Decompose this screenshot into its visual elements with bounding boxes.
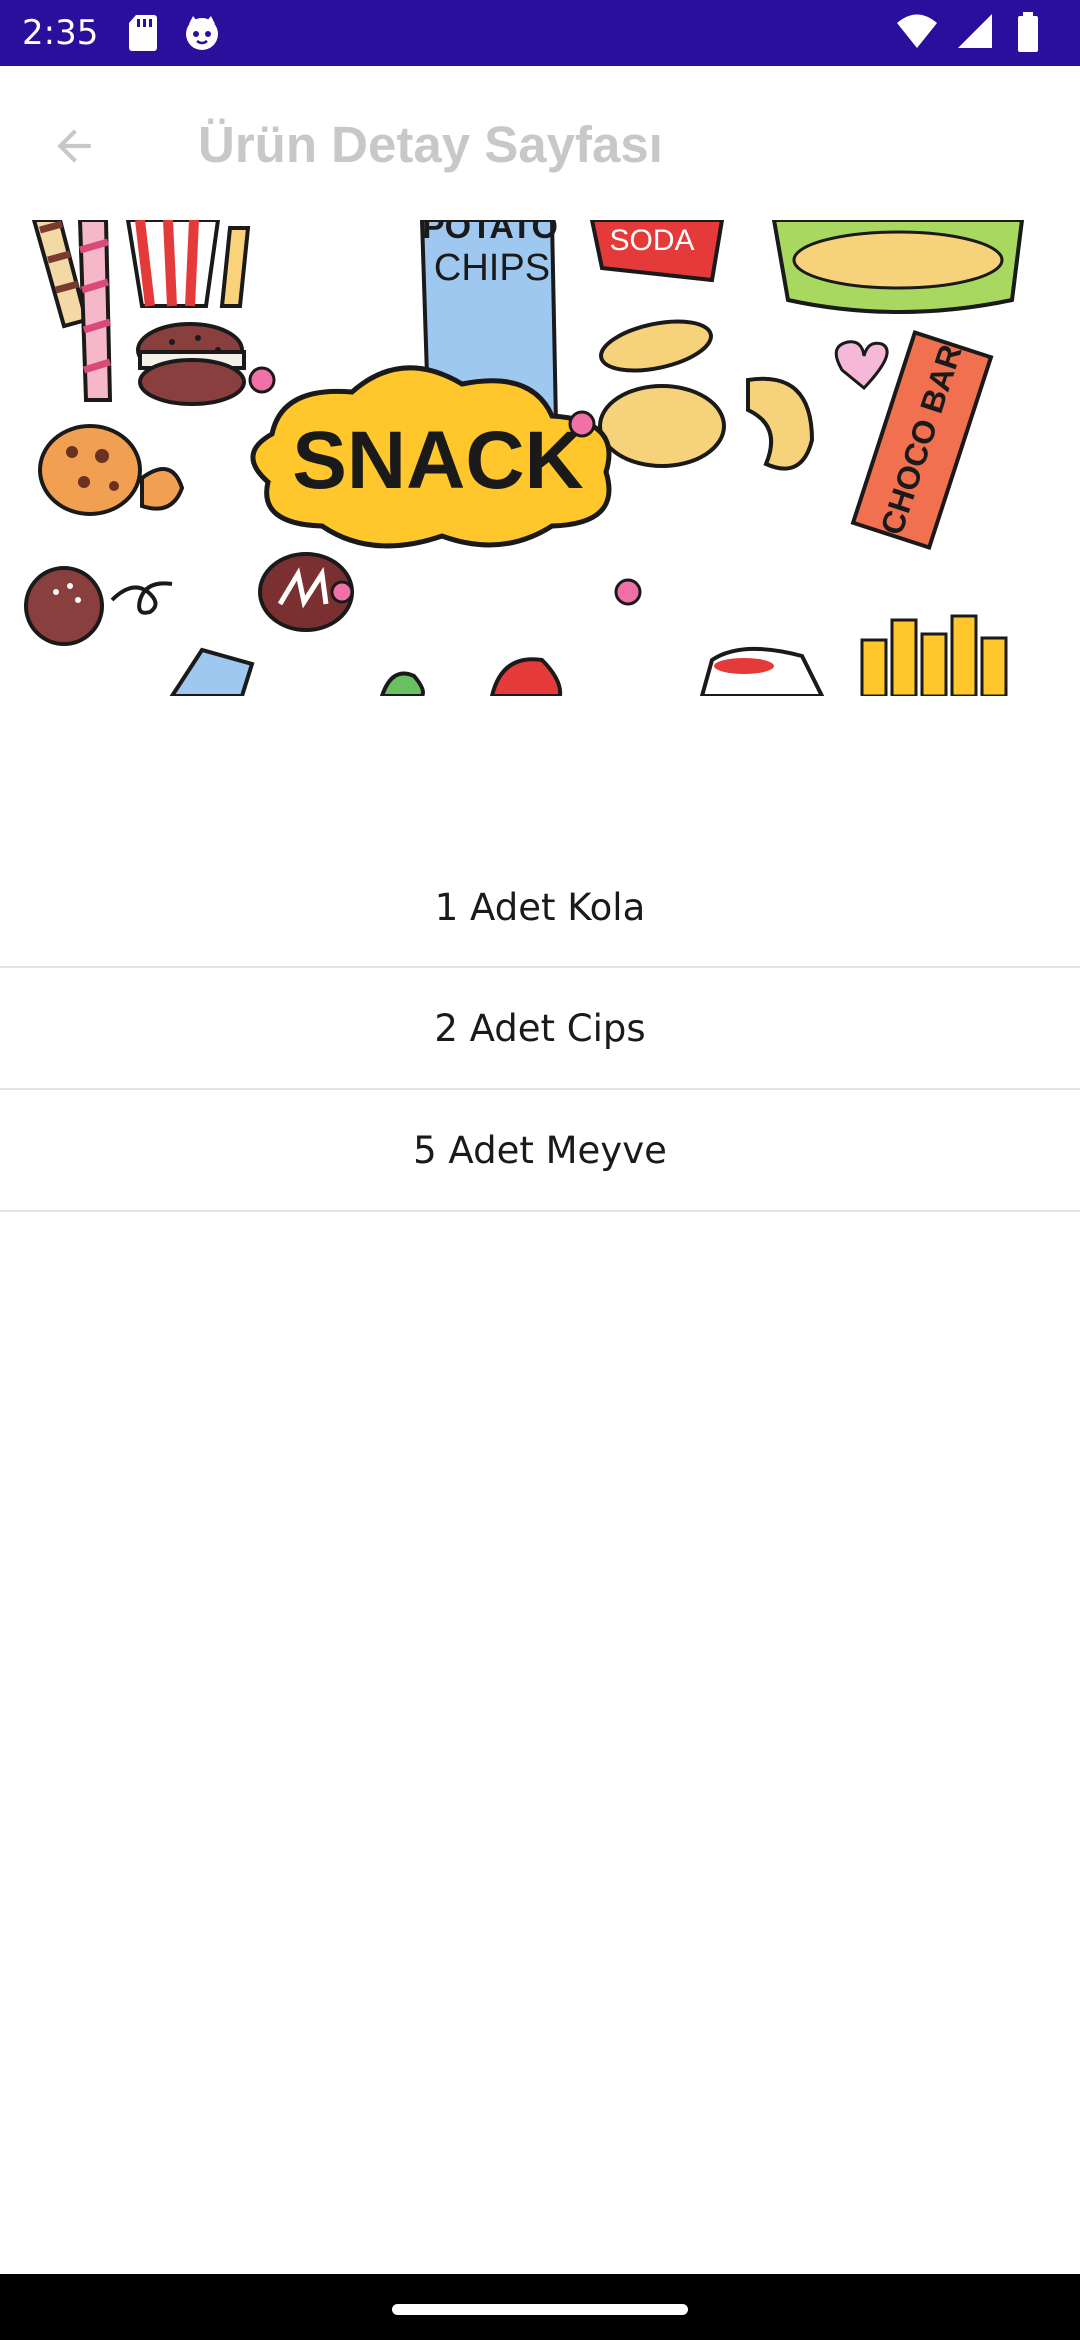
hero-image: POTATO CHIPS SODA CHOCO BAR SNACK [22, 220, 1040, 696]
status-right-icons [896, 12, 1056, 54]
cell-signal-icon [958, 14, 992, 48]
snack-illustration: POTATO CHIPS SODA CHOCO BAR SNACK [24, 220, 1025, 696]
battery-icon [1018, 12, 1038, 52]
arrow-back-icon [57, 129, 91, 163]
status-time: 2:35 [22, 13, 99, 53]
list-item-label: 2 Adet Cips [434, 1006, 646, 1050]
product-list: 1 Adet Kola 2 Adet Cips 5 Adet Meyve [0, 848, 1080, 1212]
page-title: Ürün Detay Sayfası [198, 116, 663, 173]
home-indicator[interactable] [392, 2304, 688, 2315]
wifi-icon [897, 14, 937, 48]
list-item[interactable]: 5 Adet Meyve [0, 1090, 1080, 1212]
snack-text: SNACK [292, 415, 584, 506]
list-item[interactable]: 2 Adet Cips [0, 968, 1080, 1090]
back-button[interactable] [38, 110, 110, 182]
sd-card-icon [129, 15, 157, 51]
cat-face-icon [186, 16, 218, 50]
chips-bag-text-1: POTATO [422, 220, 558, 246]
app-bar: Ürün Detay Sayfası [0, 66, 1080, 220]
soda-can-text: SODA [609, 224, 694, 257]
chips-bag-text-2: CHIPS [434, 247, 550, 289]
list-item[interactable]: 1 Adet Kola [0, 848, 1080, 968]
list-item-label: 5 Adet Meyve [413, 1128, 667, 1172]
status-bar: 2:35 [0, 0, 1080, 66]
list-item-label: 1 Adet Kola [434, 885, 646, 929]
navigation-bar [0, 2274, 1080, 2340]
